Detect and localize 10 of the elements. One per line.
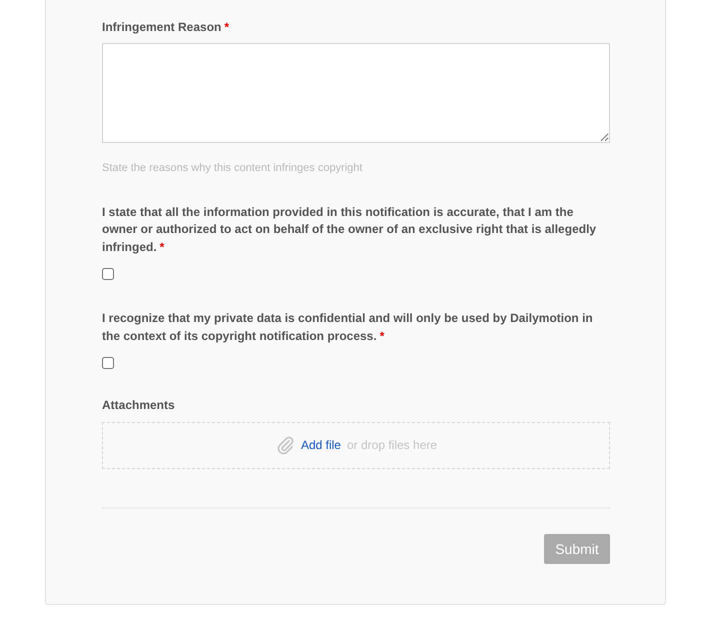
add-file-link[interactable]: Add file (300, 438, 341, 452)
field-label: Attachments (102, 398, 175, 412)
field-label: Infringement Reason (102, 20, 222, 34)
checkbox[interactable] (102, 268, 114, 280)
checkbox[interactable] (102, 357, 114, 369)
paperclip-icon (274, 435, 295, 455)
consent-text: I recognize that my private data is confidential and will only be used by Dailymotion in the context of its copyright notification process. * (102, 310, 594, 344)
consent-text: I state that all the information provided in this notification is accurate, that I am the owner or authorized to act on behalf of the owner of an exclusive right that is allegedly infringed. * (102, 204, 598, 256)
hint-text: State the reasons why this content infringes copyright (102, 162, 364, 174)
required-mark: * (224, 20, 230, 34)
